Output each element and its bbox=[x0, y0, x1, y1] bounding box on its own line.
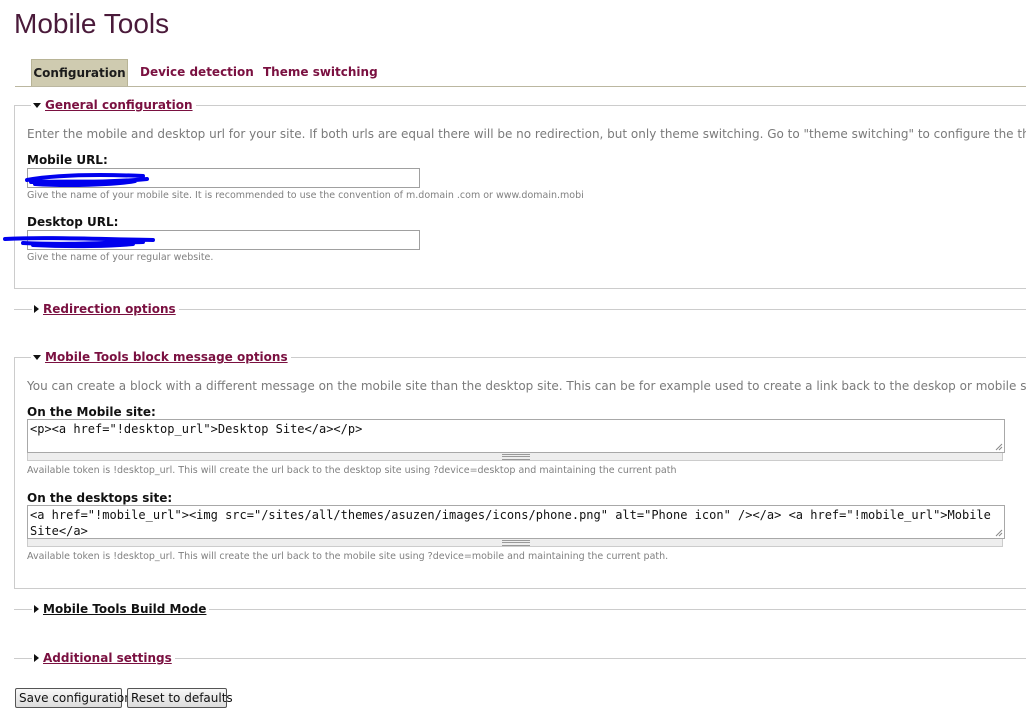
expand-triangle-icon bbox=[34, 654, 39, 662]
additional-settings-legend[interactable]: Additional settings bbox=[32, 650, 175, 666]
desktop-site-textarea[interactable] bbox=[28, 506, 1004, 538]
expand-triangle-icon bbox=[34, 305, 39, 313]
redirection-options-legend[interactable]: Redirection options bbox=[32, 301, 179, 317]
mobile-url-input[interactable] bbox=[27, 168, 420, 188]
resize-corner-icon bbox=[995, 443, 1003, 451]
redirection-options-fieldset: Redirection options bbox=[14, 301, 1026, 317]
tab-bar: Configuration Device detection Theme swi… bbox=[15, 59, 1026, 87]
build-mode-toggle[interactable]: Mobile Tools Build Mode bbox=[43, 602, 206, 616]
desktop-site-resize-grip[interactable] bbox=[27, 539, 1003, 547]
expand-triangle-icon bbox=[34, 605, 39, 613]
build-mode-legend[interactable]: Mobile Tools Build Mode bbox=[32, 601, 210, 617]
tab-device-detection[interactable]: Device detection bbox=[140, 59, 254, 86]
mobile-site-hint: Available token is !desktop_url. This wi… bbox=[27, 465, 677, 476]
mobile-url-label: Mobile URL: bbox=[27, 153, 108, 167]
collapse-triangle-icon bbox=[33, 103, 41, 108]
page-title: Mobile Tools bbox=[14, 8, 170, 39]
general-configuration-fieldset: General configuration Enter the mobile a… bbox=[3, 97, 1026, 289]
general-configuration-description: Enter the mobile and desktop url for you… bbox=[27, 127, 1026, 141]
block-message-legend[interactable]: Mobile Tools block message options bbox=[31, 349, 291, 365]
block-message-toggle[interactable]: Mobile Tools block message options bbox=[45, 350, 288, 364]
tab-configuration[interactable]: Configuration bbox=[31, 59, 128, 86]
desktop-site-hint: Available token is !desktop_url. This wi… bbox=[27, 551, 669, 562]
reset-to-defaults-button[interactable]: Reset to defaults bbox=[127, 688, 233, 708]
save-configuration-button[interactable]: Save configuration bbox=[15, 688, 132, 708]
build-mode-fieldset: Mobile Tools Build Mode bbox=[14, 601, 1026, 617]
desktop-site-textarea-frame bbox=[27, 505, 1005, 539]
mobile-site-resize-grip[interactable] bbox=[27, 453, 1003, 461]
mobile-site-textarea[interactable] bbox=[28, 420, 1004, 452]
desktop-site-label: On the desktops site: bbox=[27, 491, 173, 505]
mobile-url-hint: Give the name of your mobile site. It is… bbox=[27, 190, 584, 201]
desktop-url-input[interactable] bbox=[27, 230, 420, 250]
general-configuration-toggle[interactable]: General configuration bbox=[45, 98, 193, 112]
block-message-description: You can create a block with a different … bbox=[27, 379, 1026, 393]
desktop-url-label: Desktop URL: bbox=[27, 215, 119, 229]
additional-settings-toggle[interactable]: Additional settings bbox=[43, 651, 172, 665]
mobile-site-label: On the Mobile site: bbox=[27, 405, 156, 419]
block-message-fieldset: Mobile Tools block message options You c… bbox=[14, 349, 1026, 589]
mobile-site-textarea-frame bbox=[27, 419, 1005, 453]
tab-theme-switching[interactable]: Theme switching bbox=[263, 59, 378, 86]
additional-settings-fieldset: Additional settings bbox=[14, 650, 1026, 666]
collapse-triangle-icon bbox=[33, 355, 41, 360]
general-configuration-legend[interactable]: General configuration bbox=[31, 97, 196, 113]
redirection-options-toggle[interactable]: Redirection options bbox=[43, 302, 176, 316]
resize-corner-icon bbox=[995, 529, 1003, 537]
desktop-url-hint: Give the name of your regular website. bbox=[27, 252, 214, 263]
